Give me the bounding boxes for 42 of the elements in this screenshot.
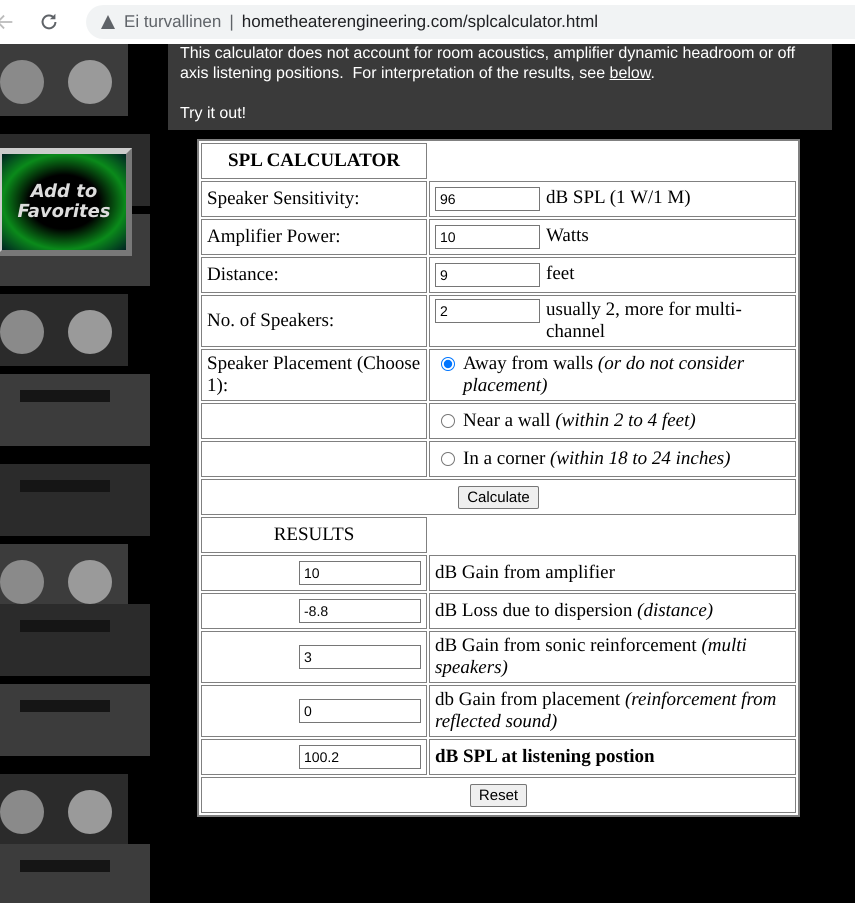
warning-icon [100, 14, 116, 30]
unit-label: Watts [546, 225, 589, 246]
option-label: In a corner (within 18 to 24 inches) [463, 448, 731, 470]
radio-button[interactable] [441, 357, 455, 371]
result-field[interactable]: 0 [299, 699, 421, 723]
field-label: No. of Speakers: [207, 310, 334, 331]
field-label: Distance: [207, 264, 279, 285]
field-label: Speaker Placement (Choose 1): [207, 353, 420, 396]
result-field[interactable]: 10 [299, 561, 421, 585]
result-label: dB SPL at listening postion [435, 746, 655, 767]
separator: | [229, 12, 234, 32]
result-field[interactable]: 100.2 [299, 745, 421, 769]
radio-button[interactable] [441, 452, 455, 466]
unit-label: usually 2, more for multi-channel [546, 299, 742, 342]
url-text: hometheaterengineering.com/splcalculator.html [242, 12, 598, 32]
add-to-favorites-button[interactable]: Add to Favorites [0, 148, 132, 256]
result-field[interactable]: -8.8 [299, 599, 421, 623]
calculator-title: SPL CALCULATOR [227, 150, 402, 172]
results-title: RESULTS [274, 524, 354, 545]
result-label: dB Loss due to dispersion (distance) [435, 600, 714, 621]
unit-label: feet [546, 263, 574, 284]
result-label: dB Gain from sonic reinforcement (multi speakers) [435, 635, 747, 678]
security-label: Ei turvallinen [124, 12, 222, 32]
intro-text: This calculator does not account for room acoustics, amplifier dynamic headroom or off axis listening positions. For interpretation of the results, see below. [180, 44, 796, 84]
result-label: dB Gain from amplifier [435, 562, 615, 583]
result-field[interactable]: 3 [299, 645, 421, 669]
reset-button[interactable]: Reset [470, 784, 528, 806]
option-label: Near a wall (within 2 to 4 feet) [463, 410, 696, 432]
input-field[interactable]: 2 [435, 299, 540, 323]
below-link[interactable]: below [610, 65, 650, 82]
calculate-button[interactable]: Calculate [458, 486, 539, 508]
radio-button[interactable] [441, 414, 455, 428]
input-field[interactable]: 9 [435, 263, 540, 287]
field-label: Speaker Sensitivity: [207, 188, 360, 209]
unit-label: dB SPL (1 W/1 M) [546, 187, 691, 208]
option-label: Away from walls (or do not consider placement) [463, 353, 746, 397]
input-field[interactable]: 10 [435, 225, 540, 249]
field-label: Amplifier Power: [207, 226, 341, 247]
result-label: db Gain from placement (reinforcement from reflected sound) [435, 689, 776, 732]
input-field[interactable]: 96 [435, 187, 540, 211]
address-bar[interactable]: Ei turvallinen | hometheaterengineering.com/splcalculator.html [86, 5, 855, 39]
try-it-text: Try it out! [180, 104, 248, 124]
